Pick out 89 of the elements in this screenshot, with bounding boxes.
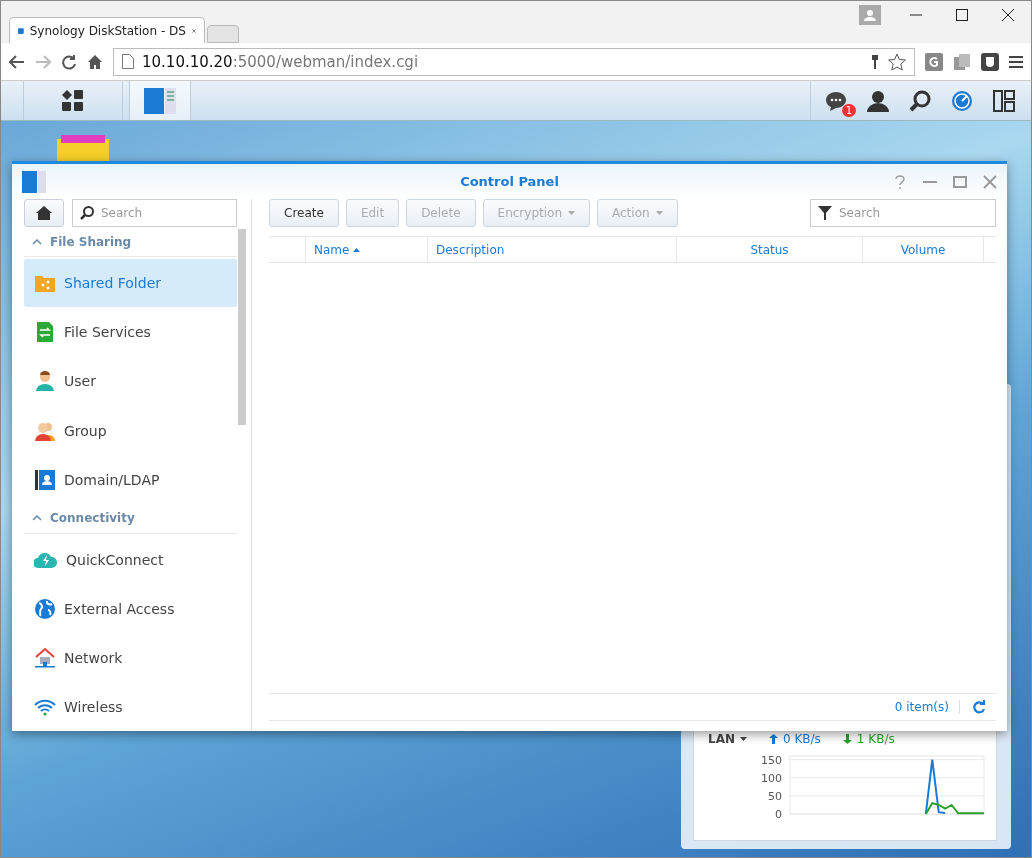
main-menu-button[interactable] bbox=[23, 81, 123, 120]
sidebar-item[interactable]: QuickConnect bbox=[24, 535, 237, 584]
home-icon bbox=[87, 53, 103, 70]
copy-icon bbox=[953, 52, 971, 71]
maximize-icon bbox=[953, 174, 967, 189]
sidebar-item-label: Network bbox=[64, 650, 123, 667]
grid-icon bbox=[62, 89, 84, 112]
sidebar-item-label: Group bbox=[64, 422, 107, 439]
menu-icon bbox=[1009, 54, 1023, 69]
profile-icon bbox=[859, 5, 881, 25]
home-button[interactable] bbox=[24, 199, 64, 227]
column-header[interactable]: Description bbox=[427, 237, 676, 262]
sidebar-item-label: User bbox=[64, 373, 96, 390]
sidebar-item[interactable]: User bbox=[24, 357, 237, 406]
browser-tab[interactable]: Synology DiskStation - DS bbox=[9, 17, 205, 43]
sidebar-item-label: External Access bbox=[64, 600, 175, 617]
search-field[interactable]: Search bbox=[72, 199, 237, 227]
shield-icon bbox=[981, 52, 999, 71]
axis-tick-label: 50 bbox=[768, 789, 782, 803]
sidebar-item[interactable]: Network bbox=[24, 634, 237, 682]
star-icon bbox=[888, 52, 906, 71]
tab-title: Synology DiskStation - DS bbox=[29, 23, 186, 38]
column-header[interactable]: Volume bbox=[862, 237, 983, 262]
address-bar[interactable]: 10.10.10.20:5000/webman/index.cgi bbox=[113, 47, 915, 76]
control-panel-taskbar-button[interactable] bbox=[129, 81, 191, 120]
extension-icon bbox=[925, 52, 943, 71]
sidebar-item[interactable]: Wireless bbox=[24, 683, 237, 731]
section-header[interactable]: Connectivity bbox=[24, 503, 237, 534]
close-icon bbox=[983, 174, 997, 189]
refresh-icon bbox=[972, 700, 986, 714]
sidebar-item-label: File Services bbox=[64, 324, 151, 341]
control-panel-icon bbox=[22, 170, 46, 193]
search-icon bbox=[80, 206, 94, 220]
control-panel-icon bbox=[144, 87, 176, 114]
upload-arrow-icon bbox=[769, 734, 778, 744]
sidebar-item-label: Wireless bbox=[64, 699, 123, 716]
help-icon bbox=[893, 174, 907, 189]
download-rate: 1 KB/s bbox=[856, 732, 895, 746]
wifi-icon bbox=[34, 698, 56, 717]
scrollbar-thumb[interactable] bbox=[238, 229, 246, 425]
contact-card-icon bbox=[34, 469, 56, 491]
toolbar-button[interactable]: Create bbox=[269, 199, 339, 227]
column-header[interactable]: Name bbox=[305, 237, 427, 262]
interface-selector[interactable]: LAN bbox=[708, 732, 735, 746]
axis-tick-label: 150 bbox=[761, 753, 782, 767]
filter-field[interactable]: Search bbox=[810, 199, 996, 227]
search-icon bbox=[909, 89, 931, 112]
section-title: Connectivity bbox=[50, 511, 135, 526]
axis-tick-label: 100 bbox=[761, 771, 782, 785]
filter-icon bbox=[818, 205, 832, 221]
sidebar-item[interactable]: File Services bbox=[24, 308, 237, 356]
sidebar-item[interactable]: Group bbox=[24, 407, 237, 455]
sidebar-item-label: QuickConnect bbox=[66, 551, 164, 568]
chat-icon[interactable] bbox=[825, 90, 847, 111]
notification-badge: 1 bbox=[841, 103, 856, 117]
column-header[interactable]: Status bbox=[676, 237, 862, 262]
maximize-icon bbox=[956, 9, 968, 21]
home-icon bbox=[36, 206, 52, 220]
file-exchange-icon bbox=[34, 321, 56, 344]
sidebar-item-label: Domain/LDAP bbox=[64, 472, 160, 488]
gauge-icon bbox=[951, 89, 973, 112]
widgets-icon bbox=[993, 89, 1015, 112]
item-count: 0 item(s) bbox=[894, 700, 960, 714]
chevron-up-icon bbox=[32, 238, 42, 245]
globe-icon bbox=[34, 597, 56, 620]
caret-icon bbox=[740, 737, 747, 741]
download-arrow-icon bbox=[842, 734, 852, 744]
page-icon bbox=[122, 54, 134, 69]
back-arrow-icon bbox=[9, 54, 25, 69]
sort-arrow-icon bbox=[353, 247, 361, 252]
sidebar-item-label: Shared Folder bbox=[64, 274, 161, 291]
window-title: Control Panel bbox=[460, 174, 559, 189]
house-icon bbox=[34, 647, 56, 670]
sidebar-item[interactable]: External Access bbox=[24, 585, 237, 633]
minimize-icon bbox=[923, 180, 937, 183]
sidebar-item[interactable]: Shared Folder bbox=[24, 259, 237, 307]
close-icon bbox=[1002, 9, 1014, 21]
upload-rate: 0 KB/s bbox=[783, 732, 821, 746]
user-icon bbox=[34, 370, 56, 393]
axis-tick-label: 0 bbox=[775, 808, 782, 821]
key-icon bbox=[870, 53, 880, 70]
sidebar-item[interactable]: Domain/LDAP bbox=[24, 456, 237, 504]
chevron-up-icon bbox=[32, 515, 42, 522]
section-header[interactable]: File Sharing bbox=[24, 227, 237, 258]
user-icon bbox=[867, 89, 889, 112]
url-text: 10.10.10.20:5000/webman/index.cgi bbox=[142, 52, 419, 71]
section-title: File Sharing bbox=[50, 234, 132, 249]
reload-icon bbox=[61, 53, 77, 70]
forward-arrow-icon bbox=[35, 54, 51, 69]
